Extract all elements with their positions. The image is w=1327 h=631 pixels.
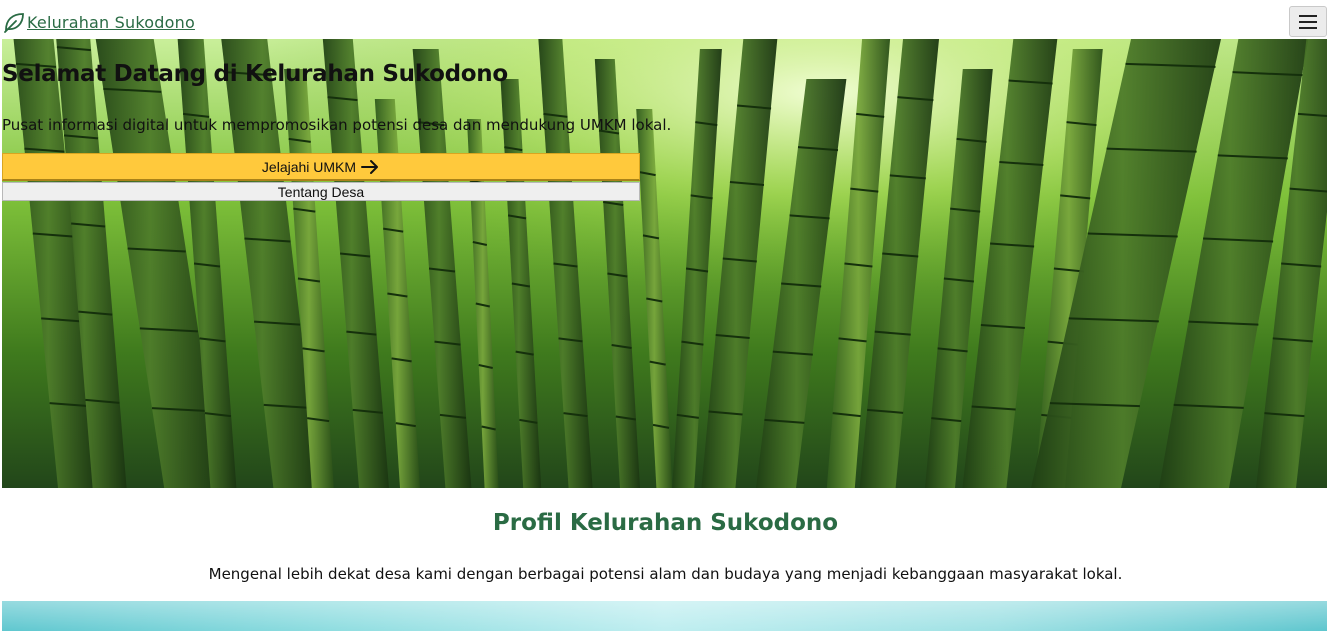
brand-link[interactable]: Kelurahan Sukodono [3, 11, 195, 33]
hamburger-menu-icon [1299, 14, 1317, 17]
explore-umkm-button[interactable]: Jelajahi UMKM [2, 153, 640, 181]
sky-banner-image [2, 601, 1327, 631]
hero-subtitle: Pusat informasi digital untuk mempromosi… [2, 116, 672, 134]
profile-description: Mengenal lebih dekat desa kami dengan be… [208, 565, 1123, 583]
profile-title: Profil Kelurahan Sukodono [492, 510, 839, 536]
hamburger-menu-button[interactable] [1289, 6, 1327, 37]
navbar: Kelurahan Sukodono [0, 0, 1327, 39]
bamboo-forest-image [2, 39, 1327, 488]
leaf-icon [3, 11, 25, 33]
hero-title: Selamat Datang di Kelurahan Sukodono [2, 61, 508, 87]
about-village-button[interactable]: Tentang Desa [2, 182, 640, 201]
hero-section: Selamat Datang di Kelurahan Sukodono Pus… [2, 39, 1327, 488]
brand-label: Kelurahan Sukodono [27, 12, 195, 32]
arrow-right-icon [361, 159, 379, 174]
explore-umkm-label: Jelajahi UMKM [261, 158, 357, 175]
